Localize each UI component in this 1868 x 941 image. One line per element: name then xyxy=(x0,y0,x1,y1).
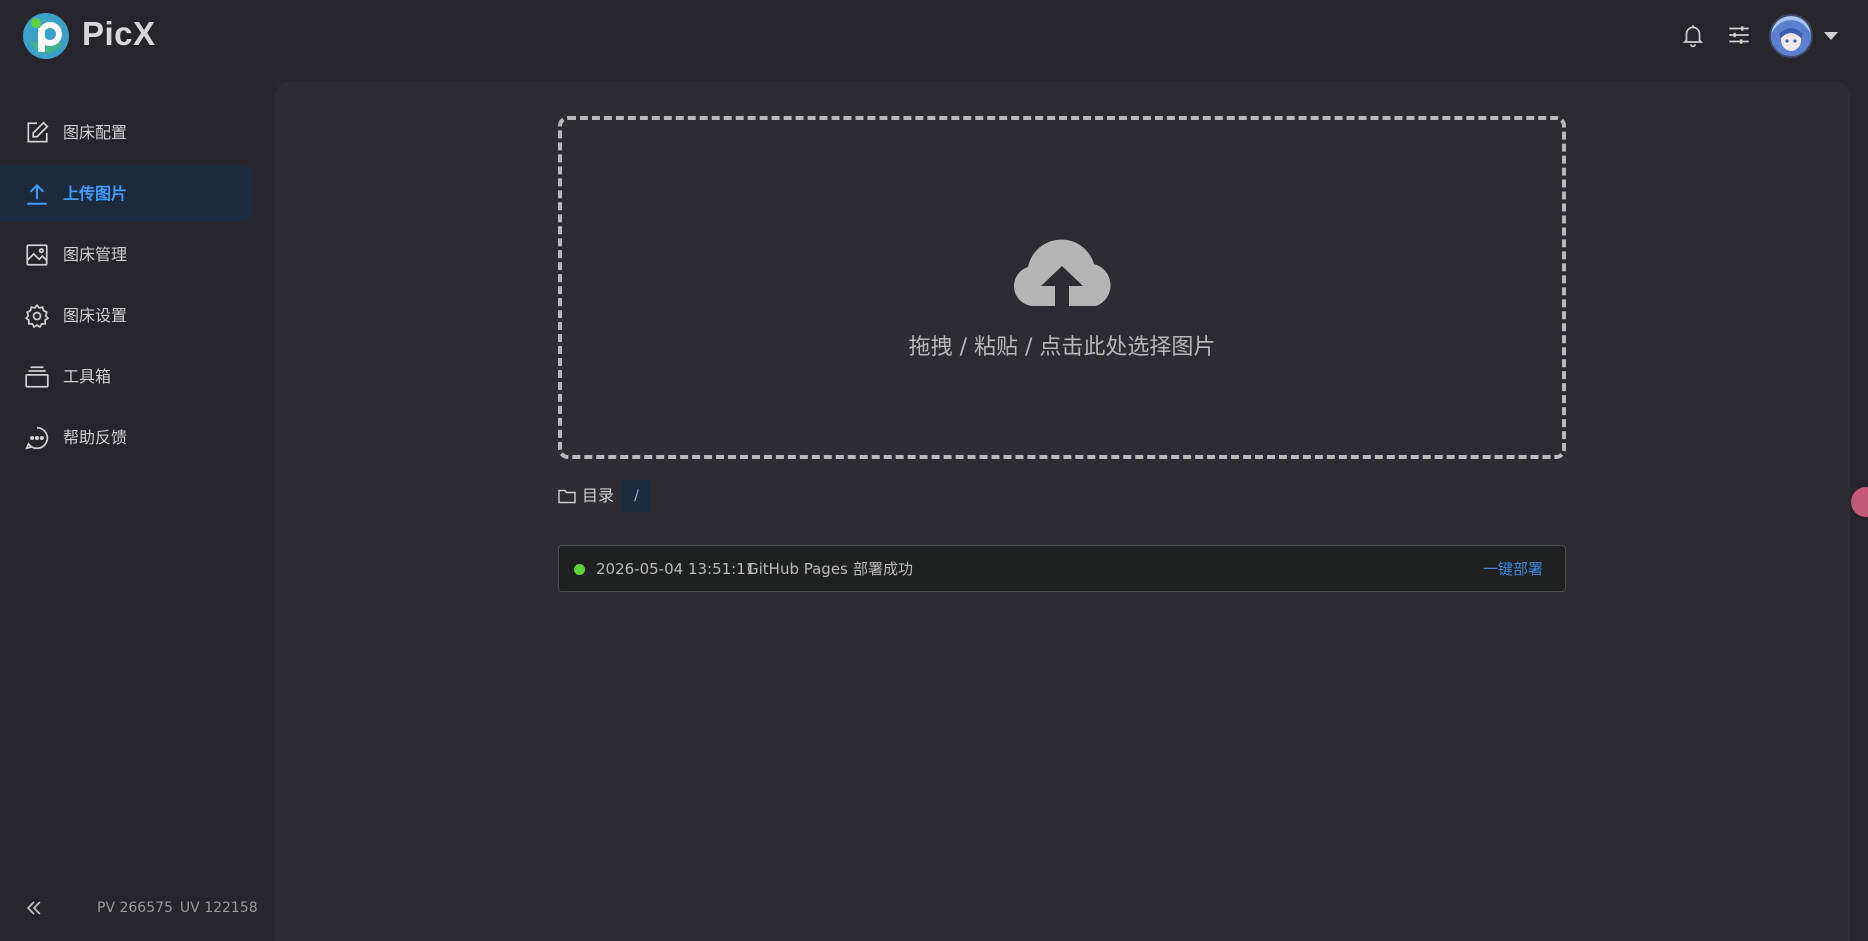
sidebar-item-help-feedback[interactable]: 帮助反馈 xyxy=(0,410,252,466)
sidebar-item-image-host-settings[interactable]: 图床设置 xyxy=(0,288,252,344)
sidebar-item-label: 图床设置 xyxy=(63,306,128,325)
sidebar-item-toolbox[interactable]: 工具箱 xyxy=(0,349,252,405)
pv-count: PV 266575 xyxy=(97,900,173,916)
toolbox-icon xyxy=(25,366,49,388)
sliders-icon[interactable] xyxy=(1726,22,1752,48)
visit-stats: PV 266575 UV 122158 xyxy=(97,898,265,918)
deploy-time: 2026-05-04 13:51:11 xyxy=(596,560,756,578)
sidebar-item-label: 上传图片 xyxy=(63,184,128,203)
sidebar: 图床配置 上传图片 图床管理 图床设置 工具箱 帮助反馈 xyxy=(0,72,270,941)
floating-widget[interactable] xyxy=(1851,487,1868,517)
chat-icon xyxy=(25,426,49,450)
edit-icon xyxy=(27,121,49,143)
collapse-sidebar-icon[interactable] xyxy=(24,898,44,918)
directory-label: 目录 xyxy=(582,486,615,505)
deploy-status: 部署成功 xyxy=(853,560,914,578)
sidebar-item-image-host-config[interactable]: 图床配置 xyxy=(0,105,252,161)
uv-count: UV 122158 xyxy=(179,900,258,916)
bell-icon[interactable] xyxy=(1680,22,1706,48)
gear-icon xyxy=(24,303,50,329)
status-indicator xyxy=(574,564,585,575)
app-header: PicX xyxy=(0,0,1868,72)
directory-path-selector[interactable]: / xyxy=(622,480,651,512)
folder-icon xyxy=(558,489,576,504)
one-click-deploy-button[interactable]: 一键部署 xyxy=(1483,559,1543,579)
chevron-down-icon[interactable] xyxy=(1822,30,1840,42)
user-avatar[interactable] xyxy=(1769,14,1813,58)
upload-icon xyxy=(27,183,47,205)
picx-logo[interactable] xyxy=(22,12,70,60)
sidebar-item-label: 图床配置 xyxy=(63,123,128,142)
brand-name[interactable]: PicX xyxy=(82,14,156,54)
sidebar-item-label: 图床管理 xyxy=(63,245,128,264)
sidebar-item-upload[interactable]: 上传图片 xyxy=(0,166,252,222)
sidebar-item-label: 工具箱 xyxy=(63,367,112,386)
upload-hint: 拖拽 / 粘贴 / 点击此处选择图片 xyxy=(908,335,1216,360)
sidebar-item-label: 帮助反馈 xyxy=(63,428,128,447)
image-icon xyxy=(26,244,48,266)
deploy-platform: GitHub Pages xyxy=(747,560,848,578)
sidebar-item-image-host-manage[interactable]: 图床管理 xyxy=(0,227,252,283)
deploy-status-bar: 2026-05-04 13:51:11 GitHub Pages 部署成功 一键… xyxy=(558,545,1566,592)
cloud-upload-icon xyxy=(1013,239,1111,306)
